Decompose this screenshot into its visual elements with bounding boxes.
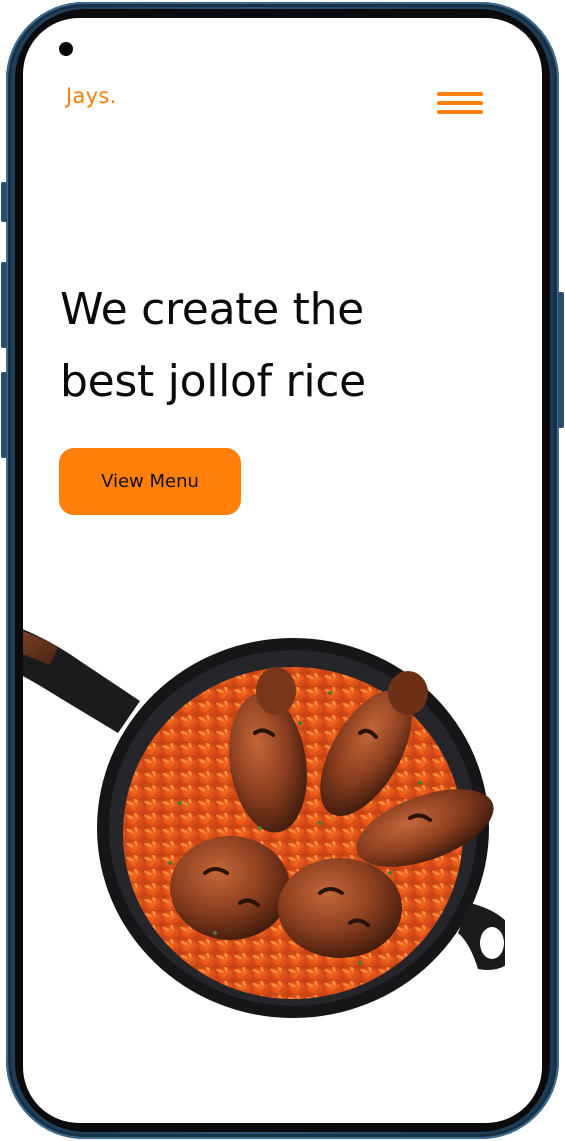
- hero-title-line-1: We create the: [60, 284, 364, 335]
- front-camera: [59, 42, 73, 56]
- hamburger-menu-icon[interactable]: [437, 92, 485, 122]
- phone-volume-up-button: [1, 262, 7, 348]
- phone-volume-down-button: [1, 372, 7, 458]
- view-menu-button[interactable]: View Menu: [59, 448, 241, 515]
- jollof-rice-skillet-image: [23, 629, 505, 1018]
- brand-logo[interactable]: Jays.: [66, 84, 117, 108]
- hero-title-line-2: best jollof rice: [60, 356, 366, 407]
- app-screen: Jays. We create the best jollof rice Vie…: [23, 18, 542, 1123]
- phone-side-button: [1, 182, 7, 222]
- hero-title: We create the best jollof rice: [60, 274, 480, 418]
- phone-power-button: [558, 292, 564, 428]
